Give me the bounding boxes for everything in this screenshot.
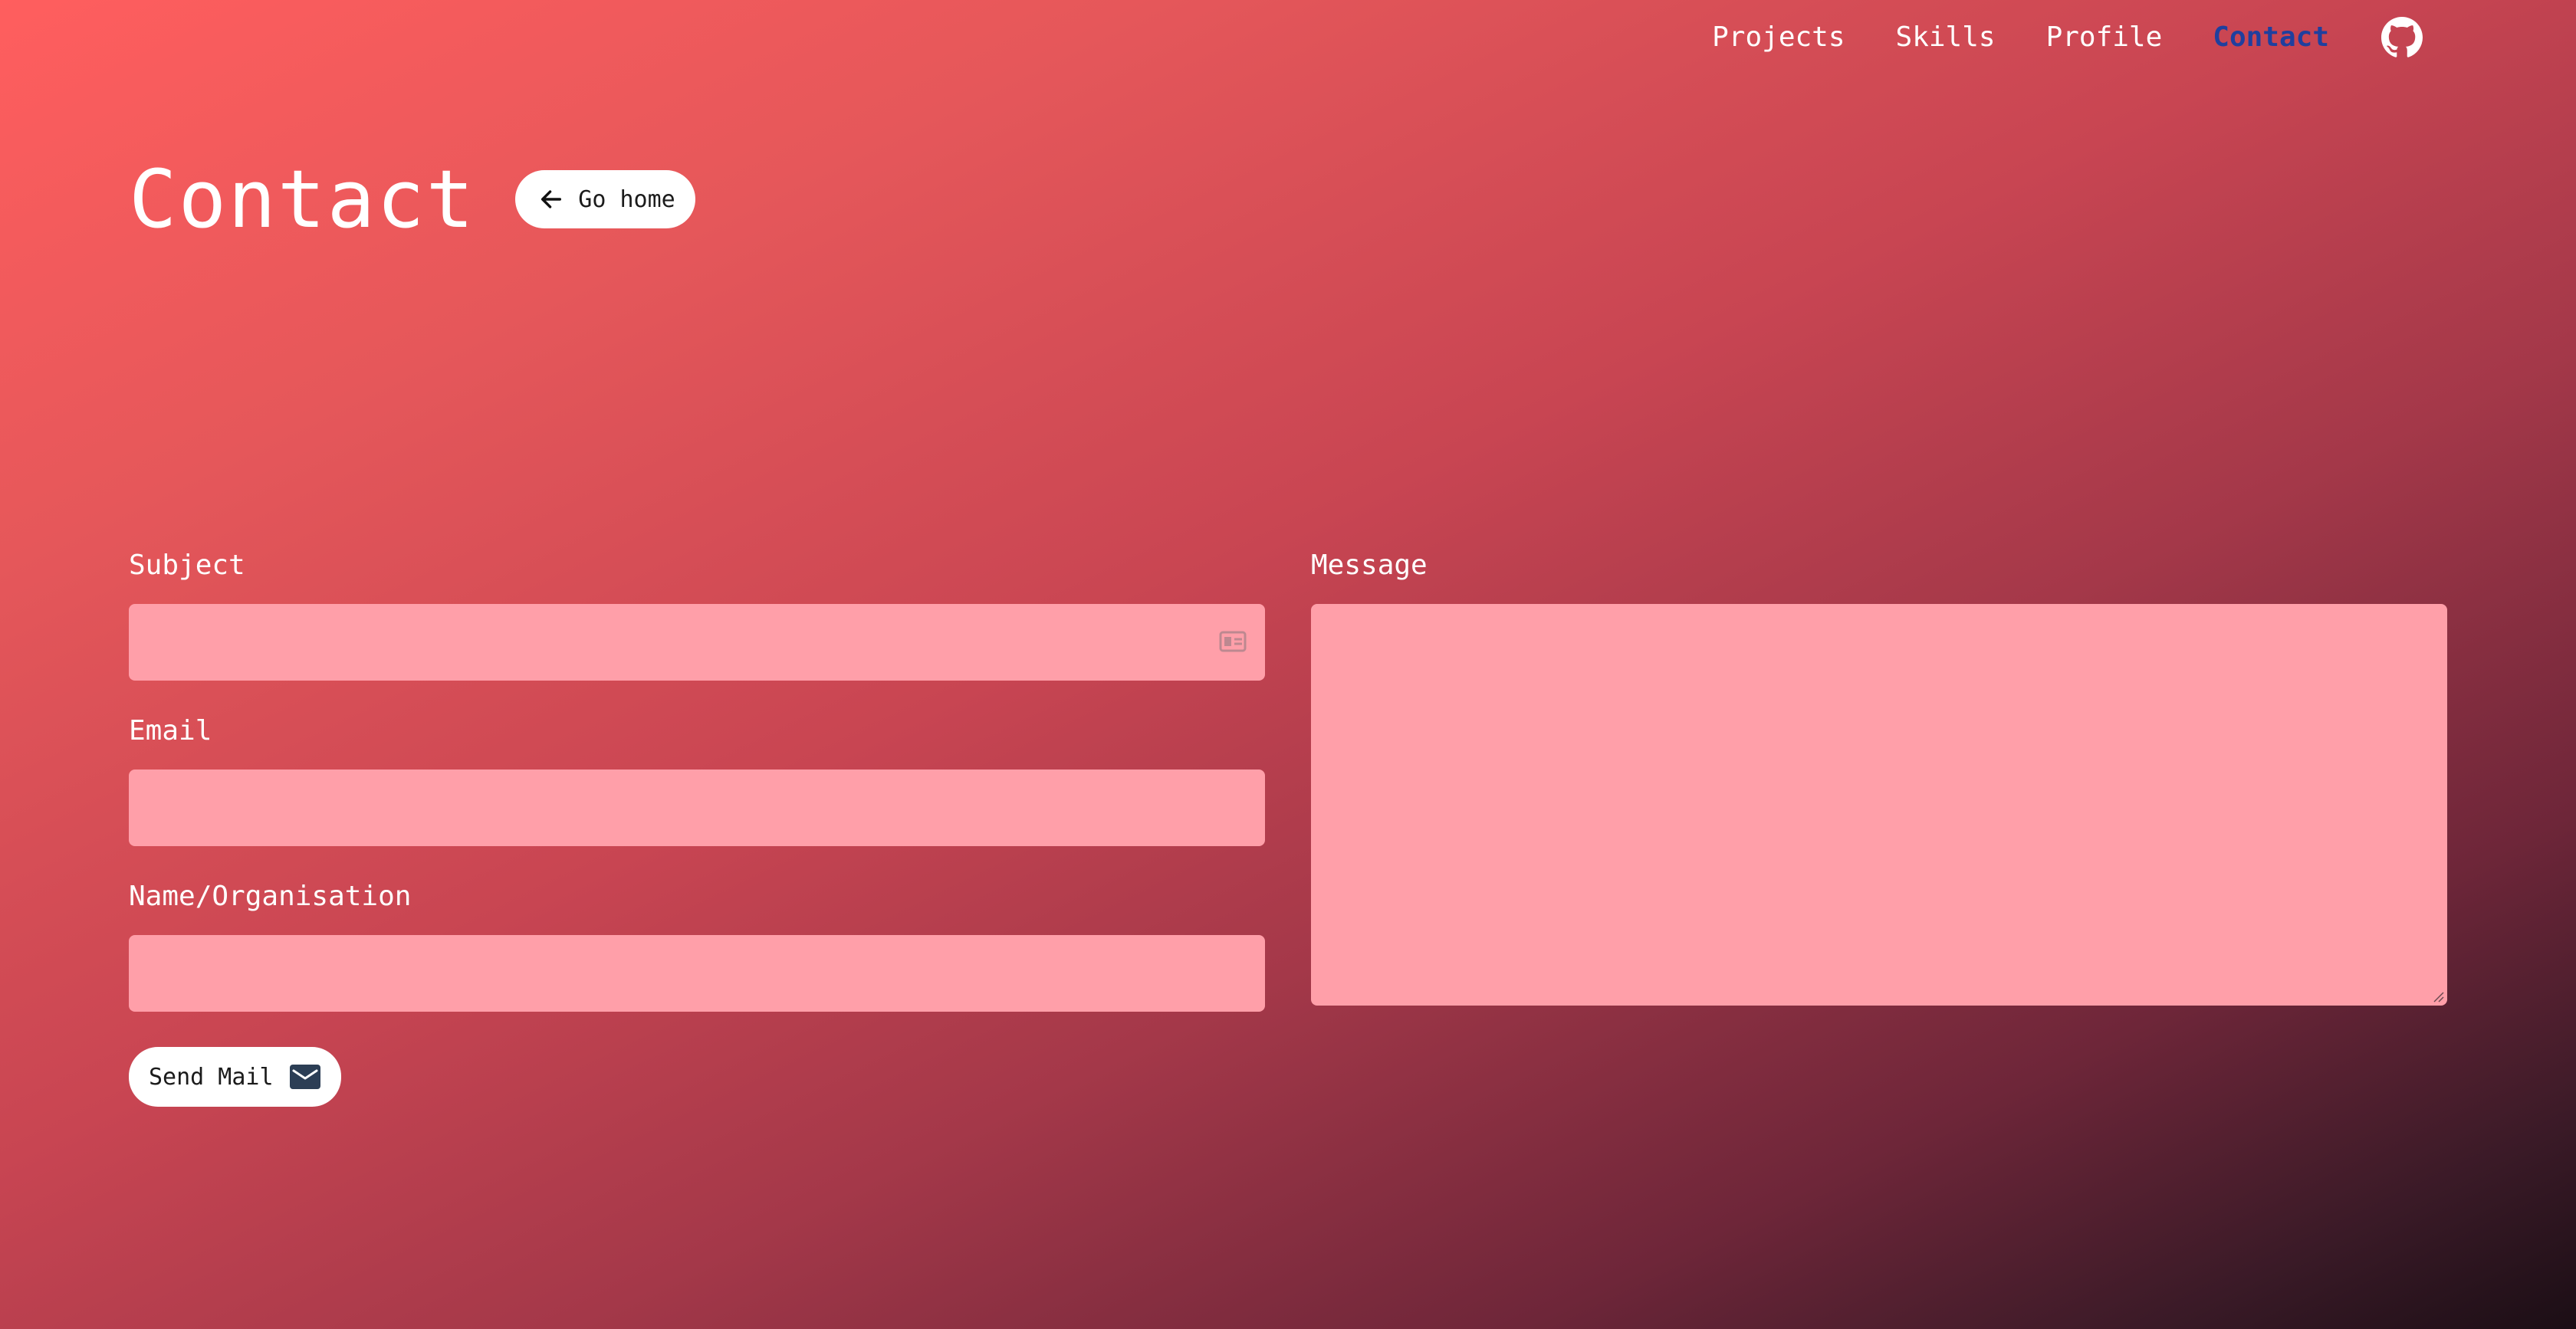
contact-form-left: Subject Email Name/Organisation xyxy=(129,549,1265,1045)
resize-handle-icon[interactable] xyxy=(2432,990,2444,1002)
send-mail-label: Send Mail xyxy=(149,1063,274,1091)
subject-input[interactable] xyxy=(129,604,1265,681)
go-home-button[interactable]: Go home xyxy=(515,170,695,228)
name-organisation-input[interactable] xyxy=(129,935,1265,1012)
contact-card-icon xyxy=(1219,631,1247,652)
name-organisation-label: Name/Organisation xyxy=(129,881,412,912)
nav-link-profile[interactable]: Profile xyxy=(2046,24,2163,51)
contact-form-right: Message xyxy=(1311,549,2447,1006)
subject-label: Subject xyxy=(129,550,245,581)
page-header: Contact Go home xyxy=(129,159,695,239)
send-mail-button[interactable]: Send Mail xyxy=(129,1047,341,1107)
top-navigation: Projects Skills Profile Contact xyxy=(1661,15,2423,60)
nav-link-projects[interactable]: Projects xyxy=(1712,24,1845,51)
github-icon[interactable] xyxy=(2381,17,2423,58)
go-home-label: Go home xyxy=(578,185,675,213)
mail-icon xyxy=(289,1065,320,1089)
arrow-left-icon xyxy=(541,190,562,208)
nav-link-contact[interactable]: Contact xyxy=(2213,24,2329,51)
message-textarea[interactable] xyxy=(1311,604,2447,1006)
message-label: Message xyxy=(1311,550,1428,581)
email-label: Email xyxy=(129,715,212,747)
page-title: Contact xyxy=(129,153,476,246)
nav-link-skills[interactable]: Skills xyxy=(1896,24,1996,51)
email-input[interactable] xyxy=(129,770,1265,846)
